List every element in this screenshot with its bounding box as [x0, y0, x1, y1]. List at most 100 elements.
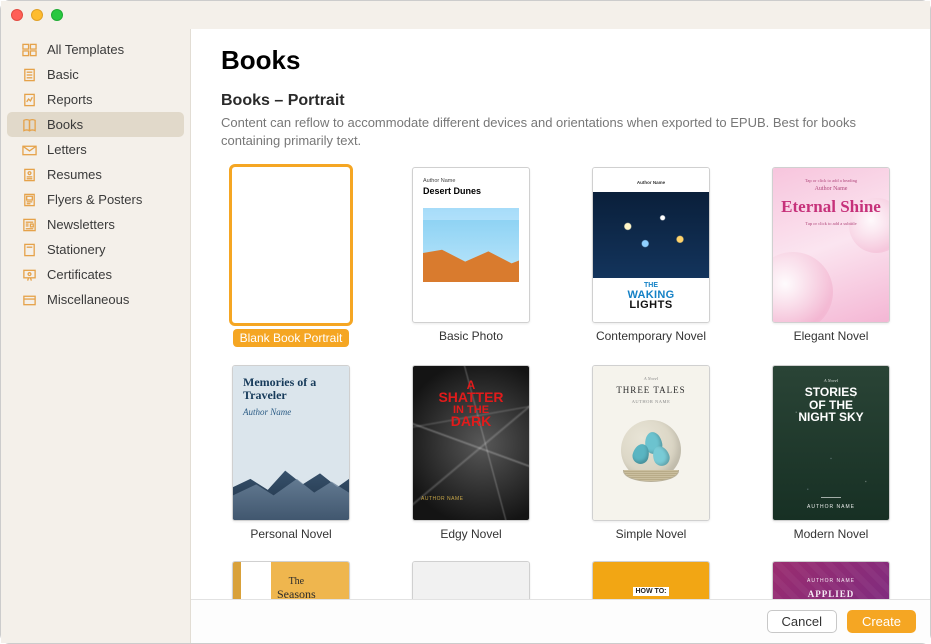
- create-button[interactable]: Create: [847, 610, 916, 633]
- cover-author: AUTHOR NAME: [779, 578, 883, 584]
- template-thumbnail: A SHATTER IN THE DARK AUTHOR NAME: [412, 365, 530, 521]
- cover-title: Memories of a Traveler: [243, 376, 339, 401]
- cancel-button[interactable]: Cancel: [767, 610, 837, 633]
- reports-icon: [21, 93, 37, 107]
- sidebar-item-label: Stationery: [47, 242, 106, 257]
- cover-title-line: DARK: [421, 415, 521, 428]
- sidebar-item-resumes[interactable]: Resumes: [7, 162, 184, 187]
- misc-icon: [21, 293, 37, 307]
- sidebar-item-label: Letters: [47, 142, 87, 157]
- sidebar-item-label: All Templates: [47, 42, 124, 57]
- cover-author: Author Name: [779, 186, 883, 192]
- section-desc: Content can reflow to accommodate differ…: [221, 114, 881, 149]
- cover-title: Eternal Shine: [781, 197, 881, 216]
- minimize-window-icon[interactable]: [31, 9, 43, 21]
- cover-pretitle: A Novel: [597, 376, 705, 381]
- template-tile[interactable]: Blank Book Portrait: [221, 167, 361, 347]
- template-label: Basic Photo: [439, 329, 503, 343]
- books-icon: [21, 118, 37, 132]
- sidebar-item-certificates[interactable]: Certificates: [7, 262, 184, 287]
- sidebar-item-label: Miscellaneous: [47, 292, 129, 307]
- sidebar-item-label: Certificates: [47, 267, 112, 282]
- titlebar: [1, 1, 930, 29]
- cover-tap-hint: Tap or click to add a heading: [779, 178, 883, 183]
- cover-author: AUTHOR NAME: [421, 496, 463, 502]
- template-thumbnail: A Novel STORIES OF THE NIGHT SKY AUTHOR …: [772, 365, 890, 521]
- footer: Cancel Create: [191, 599, 930, 643]
- sidebar-item-label: Basic: [47, 67, 79, 82]
- cover-pretitle: A Novel: [781, 378, 881, 383]
- sidebar-item-label: Books: [47, 117, 83, 132]
- template-label: Modern Novel: [794, 527, 869, 541]
- sidebar-item-newsletters[interactable]: Newsletters: [7, 212, 184, 237]
- template-scroll-area[interactable]: Books – Portrait Content can reflow to a…: [191, 82, 930, 599]
- template-grid: Blank Book Portrait Author Name Desert D…: [221, 167, 900, 599]
- cover-pretitle: HOW TO:: [633, 587, 670, 596]
- close-window-icon[interactable]: [11, 9, 23, 21]
- cover-title-line: LIGHTS: [598, 299, 704, 311]
- sidebar-item-flyers-posters[interactable]: Flyers & Posters: [7, 187, 184, 212]
- template-tile[interactable]: Author Name Desert Dunes Basic Photo: [401, 167, 541, 347]
- resumes-icon: [21, 168, 37, 182]
- sidebar-item-miscellaneous[interactable]: Miscellaneous: [7, 287, 184, 312]
- sidebar-item-label: Flyers & Posters: [47, 192, 142, 207]
- template-label: Personal Novel: [250, 527, 331, 541]
- cover-sub: Tap or click to add a subtitle: [779, 221, 883, 226]
- template-thumbnail: HOW TO: WORK & TRAVEL: [592, 561, 710, 599]
- sidebar-item-books[interactable]: Books: [7, 112, 184, 137]
- template-tile[interactable]: HOW TO: WORK & TRAVEL: [581, 561, 721, 599]
- template-tile[interactable]: Tap or click to add a heading Author Nam…: [761, 167, 901, 347]
- section-title: Books – Portrait: [221, 92, 900, 110]
- template-thumbnail: Author Name Desert Dunes: [412, 167, 530, 323]
- zoom-window-icon[interactable]: [51, 9, 63, 21]
- page-title: Books: [221, 45, 900, 76]
- template-thumbnail: Author Name THE WAKING LIGHTS: [592, 167, 710, 323]
- cover-title-line: Seasons: [277, 587, 316, 599]
- certificates-icon: [21, 268, 37, 282]
- sidebar-item-stationery[interactable]: Stationery: [7, 237, 184, 262]
- template-thumbnail: [232, 167, 350, 323]
- cover-title: Desert Dunes: [423, 186, 519, 196]
- cover-author: Author Name: [423, 178, 519, 184]
- sidebar-item-label: Newsletters: [47, 217, 115, 232]
- template-tile[interactable]: A Novel STORIES OF THE NIGHT SKY AUTHOR …: [761, 365, 901, 543]
- cover-author: AUTHOR NAME: [597, 399, 705, 404]
- template-thumbnail: The Seasons of Paris: [232, 561, 350, 599]
- template-tile[interactable]: [401, 561, 541, 599]
- cover-title: THREE TALES: [597, 385, 705, 395]
- templates-icon: [21, 43, 37, 57]
- cover-title-line: NIGHT SKY: [781, 411, 881, 424]
- cover-author: AUTHOR NAME: [773, 504, 889, 510]
- sidebar-item-basic[interactable]: Basic: [7, 62, 184, 87]
- cover-title-line: The: [277, 576, 316, 587]
- flyers-icon: [21, 193, 37, 207]
- template-label: Contemporary Novel: [596, 329, 706, 343]
- template-thumbnail: Tap or click to add a heading Author Nam…: [772, 167, 890, 323]
- cover-title: APPLIED CHEMISTRY: [779, 589, 883, 599]
- cover-author: Author Name: [637, 180, 665, 185]
- sidebar-item-label: Resumes: [47, 167, 102, 182]
- basic-icon: [21, 68, 37, 82]
- template-tile[interactable]: A Novel THREE TALES AUTHOR NAME Simple N…: [581, 365, 721, 543]
- template-tile[interactable]: A SHATTER IN THE DARK AUTHOR NAME Edgy N…: [401, 365, 541, 543]
- template-label: Elegant Novel: [794, 329, 869, 343]
- stationery-icon: [21, 243, 37, 257]
- cover-title-line: THE: [598, 282, 704, 289]
- template-thumbnail: AUTHOR NAME APPLIED CHEMISTRY FIRST EDIT…: [772, 561, 890, 599]
- template-thumbnail: A Novel THREE TALES AUTHOR NAME: [592, 365, 710, 521]
- letters-icon: [21, 143, 37, 157]
- template-tile[interactable]: The Seasons of Paris: [221, 561, 361, 599]
- cover-title-line: SHATTER: [421, 391, 521, 404]
- sidebar-item-reports[interactable]: Reports: [7, 87, 184, 112]
- template-thumbnail: [412, 561, 530, 599]
- sidebar-item-label: Reports: [47, 92, 93, 107]
- cover-author: Author Name: [243, 407, 339, 417]
- template-label: Edgy Novel: [440, 527, 501, 541]
- template-tile[interactable]: AUTHOR NAME APPLIED CHEMISTRY FIRST EDIT…: [761, 561, 901, 599]
- template-tile[interactable]: Author Name THE WAKING LIGHTS Contempora…: [581, 167, 721, 347]
- sidebar: All Templates Basic Reports Books Letters Res…: [1, 29, 191, 643]
- template-tile[interactable]: Memories of a Traveler Author Name Perso…: [221, 365, 361, 543]
- sidebar-item-all-templates[interactable]: All Templates: [7, 37, 184, 62]
- sidebar-item-letters[interactable]: Letters: [7, 137, 184, 162]
- template-label: Blank Book Portrait: [233, 329, 350, 347]
